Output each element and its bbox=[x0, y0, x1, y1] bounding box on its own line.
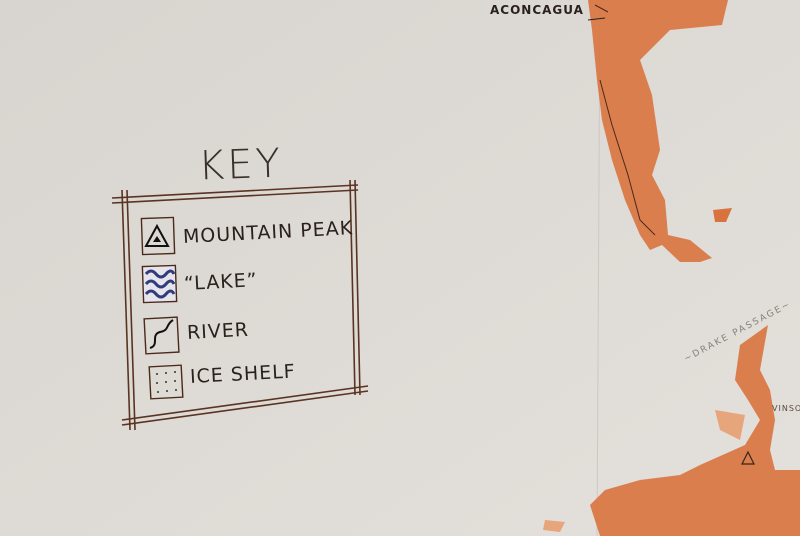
label-aconcagua: ACONCAGUA bbox=[490, 3, 584, 17]
key-item-river: RIVER bbox=[186, 318, 250, 344]
map-paper bbox=[0, 0, 800, 536]
lake-icon bbox=[141, 264, 178, 304]
label-vinson: VINSON bbox=[772, 404, 800, 413]
key-title: KEY bbox=[197, 140, 284, 190]
key-item-lake: “LAKE” bbox=[183, 269, 259, 295]
